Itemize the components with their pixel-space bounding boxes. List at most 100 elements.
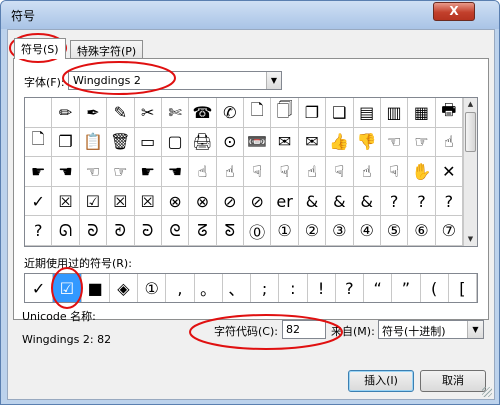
- tab-symbols[interactable]: 符号(S): [14, 38, 66, 59]
- cancel-button[interactable]: 取消: [420, 370, 486, 392]
- symbol-cell[interactable]: ❐: [298, 98, 327, 128]
- tab-special-characters[interactable]: 特殊字符(P): [70, 40, 144, 59]
- symbol-cell[interactable]: ?: [380, 186, 409, 217]
- symbol-cell[interactable]: ✂: [134, 98, 162, 128]
- symbol-cell[interactable]: ☟: [271, 157, 299, 187]
- recent-symbol[interactable]: ?: [336, 274, 364, 302]
- symbol-cell[interactable]: ✒: [79, 98, 108, 128]
- symbol-cell[interactable]: ☒: [107, 186, 135, 217]
- symbol-cell[interactable]: ☞: [408, 127, 436, 158]
- symbol-cell[interactable]: 🖨: [189, 127, 217, 158]
- close-button[interactable]: X: [433, 2, 475, 21]
- symbol-cell[interactable]: ☟: [326, 157, 354, 187]
- chevron-down-icon[interactable]: ▼: [266, 72, 281, 89]
- symbol-cell[interactable]: [25, 98, 53, 128]
- insert-button[interactable]: 插入(I): [348, 370, 414, 392]
- symbol-cell[interactable]: ✄: [161, 98, 190, 128]
- char-code-input[interactable]: 82: [282, 320, 326, 339]
- symbol-cell[interactable]: ᘒ: [134, 216, 162, 246]
- symbol-cell[interactable]: ⓪: [244, 216, 272, 246]
- symbol-cell[interactable]: ⑥: [408, 216, 436, 246]
- symbol-cell[interactable]: ❑: [326, 98, 354, 128]
- chevron-down-icon[interactable]: ▼: [467, 321, 483, 338]
- symbol-cell[interactable]: ☞: [107, 157, 135, 187]
- symbol-cell[interactable]: ☒: [134, 186, 162, 217]
- symbol-cell[interactable]: ⊘: [216, 186, 244, 217]
- symbol-cell[interactable]: 📼: [244, 127, 272, 158]
- symbol-cell[interactable]: ☝: [353, 157, 381, 187]
- symbol-cell[interactable]: &: [326, 186, 354, 217]
- symbol-cell[interactable]: ⊘: [244, 186, 272, 217]
- symbol-cell[interactable]: er: [271, 186, 299, 217]
- recent-symbol[interactable]: (: [421, 274, 449, 302]
- symbol-cell[interactable]: ᘔ: [189, 216, 217, 246]
- symbol-cell[interactable]: ⑦: [435, 216, 463, 246]
- symbol-cell[interactable]: ▥: [380, 98, 409, 128]
- font-select[interactable]: Wingdings 2: [68, 71, 282, 90]
- symbol-cell[interactable]: &: [353, 186, 381, 217]
- symbol-cell[interactable]: ᘕ: [216, 216, 244, 246]
- arrow-up-icon[interactable]: ▲: [464, 98, 477, 111]
- recent-symbol[interactable]: ☑: [53, 274, 82, 302]
- recent-symbol[interactable]: ■: [82, 274, 110, 302]
- symbol-cell[interactable]: ᘑ: [107, 216, 135, 246]
- symbol-cell[interactable]: 🗑: [107, 127, 135, 158]
- symbol-cell[interactable]: ☜: [380, 127, 409, 158]
- symbol-cell[interactable]: ✎: [107, 98, 135, 128]
- vertical-scrollbar[interactable]: ▲ ▼: [463, 98, 477, 246]
- recent-symbol[interactable]: ①: [138, 274, 167, 302]
- symbol-cell[interactable]: ⊗: [161, 186, 190, 217]
- symbol-cell[interactable]: &: [298, 186, 327, 217]
- recent-symbol[interactable]: “: [364, 274, 393, 302]
- symbol-cell[interactable]: 👍: [326, 127, 354, 158]
- symbol-cell[interactable]: ?: [408, 186, 436, 217]
- symbol-cell[interactable]: ▤: [353, 98, 381, 128]
- recent-symbol[interactable]: ✓: [25, 274, 54, 302]
- recent-symbol[interactable]: :: [279, 274, 308, 302]
- symbol-cell[interactable]: ❐: [52, 127, 80, 158]
- symbol-cell[interactable]: ☛: [25, 157, 53, 187]
- symbol-cell[interactable]: ☟: [380, 157, 409, 187]
- symbol-cell[interactable]: ☛: [134, 157, 162, 187]
- symbol-cell[interactable]: ☝: [298, 157, 327, 187]
- symbol-cell[interactable]: ②: [298, 216, 327, 246]
- symbol-cell[interactable]: ?: [435, 186, 463, 217]
- symbol-cell[interactable]: ①: [271, 216, 299, 246]
- symbol-cell[interactable]: ▦: [408, 98, 436, 128]
- resize-grip[interactable]: [482, 387, 492, 397]
- symbol-cell[interactable]: ✕: [435, 157, 463, 187]
- symbol-cell[interactable]: 👎: [353, 127, 381, 158]
- symbol-cell[interactable]: ?: [25, 216, 53, 246]
- symbol-cell[interactable]: ☝: [189, 157, 217, 187]
- symbol-cell[interactable]: ☝: [216, 157, 244, 187]
- recent-symbol[interactable]: [: [449, 274, 477, 302]
- symbol-cell[interactable]: ☚: [52, 157, 80, 187]
- recent-symbol[interactable]: ”: [392, 274, 421, 302]
- recent-symbol[interactable]: 。: [195, 274, 223, 302]
- symbol-cell[interactable]: ▭: [134, 127, 162, 158]
- scroll-thumb[interactable]: [465, 112, 476, 152]
- recent-symbol[interactable]: !: [308, 274, 336, 302]
- symbol-cell[interactable]: ✋: [408, 157, 436, 187]
- symbol-cell[interactable]: ☝: [435, 127, 463, 158]
- symbol-cell[interactable]: ✆: [216, 98, 244, 128]
- symbol-cell[interactable]: ④: [353, 216, 381, 246]
- symbol-cell[interactable]: ᘏ: [52, 216, 80, 246]
- symbol-cell[interactable]: ☎: [189, 98, 217, 128]
- symbol-cell[interactable]: 🗋: [25, 127, 53, 158]
- symbol-cell[interactable]: 🗋: [244, 98, 272, 128]
- symbol-cell[interactable]: ⊗: [189, 186, 217, 217]
- symbol-cell[interactable]: 📋: [79, 127, 108, 158]
- symbol-cell[interactable]: ③: [326, 216, 354, 246]
- symbol-cell[interactable]: ☜: [79, 157, 108, 187]
- symbol-cell[interactable]: ✏: [52, 98, 80, 128]
- symbol-cell[interactable]: ☒: [52, 186, 80, 217]
- symbol-cell[interactable]: ✉: [298, 127, 327, 158]
- symbol-cell[interactable]: 🗍: [271, 98, 299, 128]
- recent-symbol[interactable]: 、: [223, 274, 251, 302]
- recent-symbol[interactable]: ;: [251, 274, 280, 302]
- symbol-cell[interactable]: ⊙: [216, 127, 244, 158]
- arrow-down-icon[interactable]: ▼: [464, 233, 477, 246]
- symbol-cell[interactable]: ᘓ: [161, 216, 190, 246]
- recent-symbol[interactable]: ,: [166, 274, 195, 302]
